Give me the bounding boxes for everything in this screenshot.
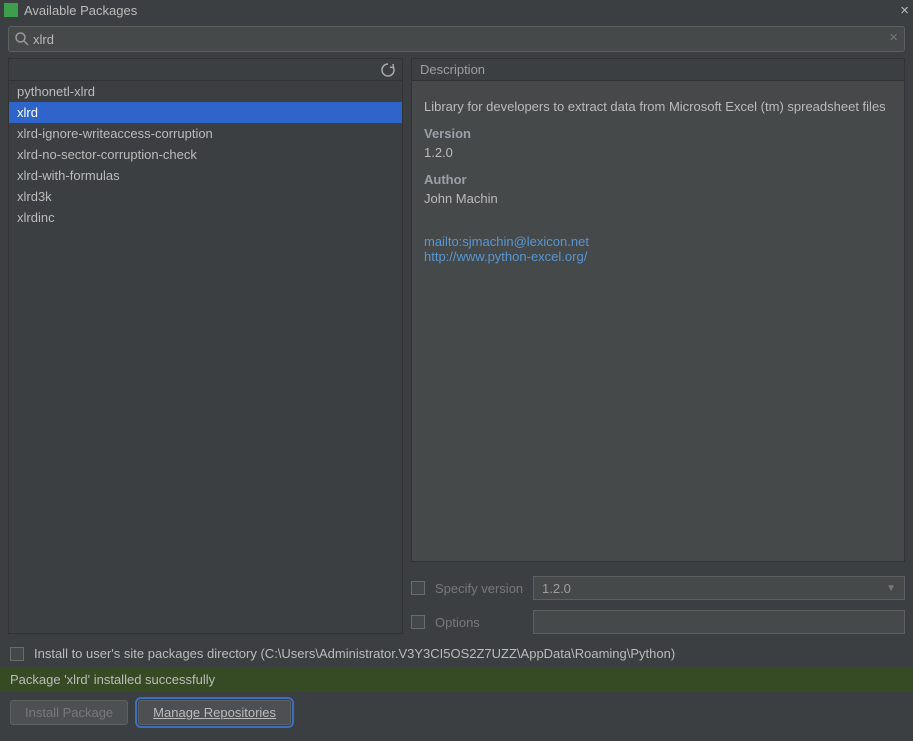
titlebar: Available Packages × bbox=[0, 0, 913, 20]
main-area: pythonetl-xlrdxlrdxlrd-ignore-writeacces… bbox=[0, 58, 913, 640]
package-item[interactable]: xlrd-no-sector-corruption-check bbox=[9, 144, 402, 165]
install-options: Specify version 1.2.0 ▼ Options bbox=[411, 576, 905, 634]
manage-repositories-button[interactable]: Manage Repositories bbox=[138, 700, 291, 725]
links-block: mailto:sjmachin@lexicon.nethttp://www.py… bbox=[424, 234, 892, 264]
package-list[interactable]: pythonetl-xlrdxlrdxlrd-ignore-writeacces… bbox=[9, 81, 402, 633]
package-summary: Library for developers to extract data f… bbox=[424, 99, 892, 114]
description-box: Library for developers to extract data f… bbox=[411, 80, 905, 562]
package-item[interactable]: xlrdinc bbox=[9, 207, 402, 228]
app-icon bbox=[4, 3, 18, 17]
details-panel: Description Library for developers to ex… bbox=[411, 58, 905, 634]
package-item[interactable]: xlrd bbox=[9, 102, 402, 123]
site-packages-row: Install to user's site packages director… bbox=[0, 640, 913, 667]
options-checkbox[interactable] bbox=[411, 615, 425, 629]
site-packages-label: Install to user's site packages director… bbox=[34, 646, 675, 661]
package-link[interactable]: http://www.python-excel.org/ bbox=[424, 249, 892, 264]
options-row: Options bbox=[411, 610, 905, 634]
package-version: 1.2.0 bbox=[424, 145, 892, 160]
package-list-panel: pythonetl-xlrdxlrdxlrd-ignore-writeacces… bbox=[8, 58, 403, 634]
specify-version-checkbox[interactable] bbox=[411, 581, 425, 595]
version-label: Version bbox=[424, 126, 892, 141]
search-box[interactable]: × bbox=[8, 26, 905, 52]
manage-repositories-label: Manage Repositories bbox=[153, 705, 276, 720]
site-packages-checkbox[interactable] bbox=[10, 647, 24, 661]
version-select-value: 1.2.0 bbox=[542, 581, 571, 596]
description-header: Description bbox=[411, 58, 905, 80]
package-list-toolbar bbox=[9, 59, 402, 81]
options-input[interactable] bbox=[533, 610, 905, 634]
package-author: John Machin bbox=[424, 191, 892, 206]
package-item[interactable]: pythonetl-xlrd bbox=[9, 81, 402, 102]
close-icon[interactable]: × bbox=[889, 2, 909, 19]
search-input[interactable] bbox=[33, 32, 878, 47]
specify-version-row: Specify version 1.2.0 ▼ bbox=[411, 576, 905, 600]
status-text: Package 'xlrd' installed successfully bbox=[10, 672, 215, 687]
button-row: Install Package Manage Repositories bbox=[0, 692, 913, 741]
refresh-icon[interactable] bbox=[380, 62, 396, 78]
specify-version-label: Specify version bbox=[435, 581, 533, 596]
install-package-button[interactable]: Install Package bbox=[10, 700, 128, 725]
package-item[interactable]: xlrd-ignore-writeaccess-corruption bbox=[9, 123, 402, 144]
chevron-down-icon: ▼ bbox=[886, 583, 896, 594]
options-label: Options bbox=[435, 615, 533, 630]
search-row: × bbox=[0, 20, 913, 58]
package-item[interactable]: xlrd-with-formulas bbox=[9, 165, 402, 186]
search-icon bbox=[14, 31, 30, 47]
author-label: Author bbox=[424, 172, 892, 187]
version-select[interactable]: 1.2.0 ▼ bbox=[533, 576, 905, 600]
package-link[interactable]: mailto:sjmachin@lexicon.net bbox=[424, 234, 892, 249]
status-bar: Package 'xlrd' installed successfully bbox=[0, 667, 913, 692]
clear-icon[interactable]: × bbox=[889, 29, 898, 46]
window-title: Available Packages bbox=[24, 3, 889, 18]
package-item[interactable]: xlrd3k bbox=[9, 186, 402, 207]
